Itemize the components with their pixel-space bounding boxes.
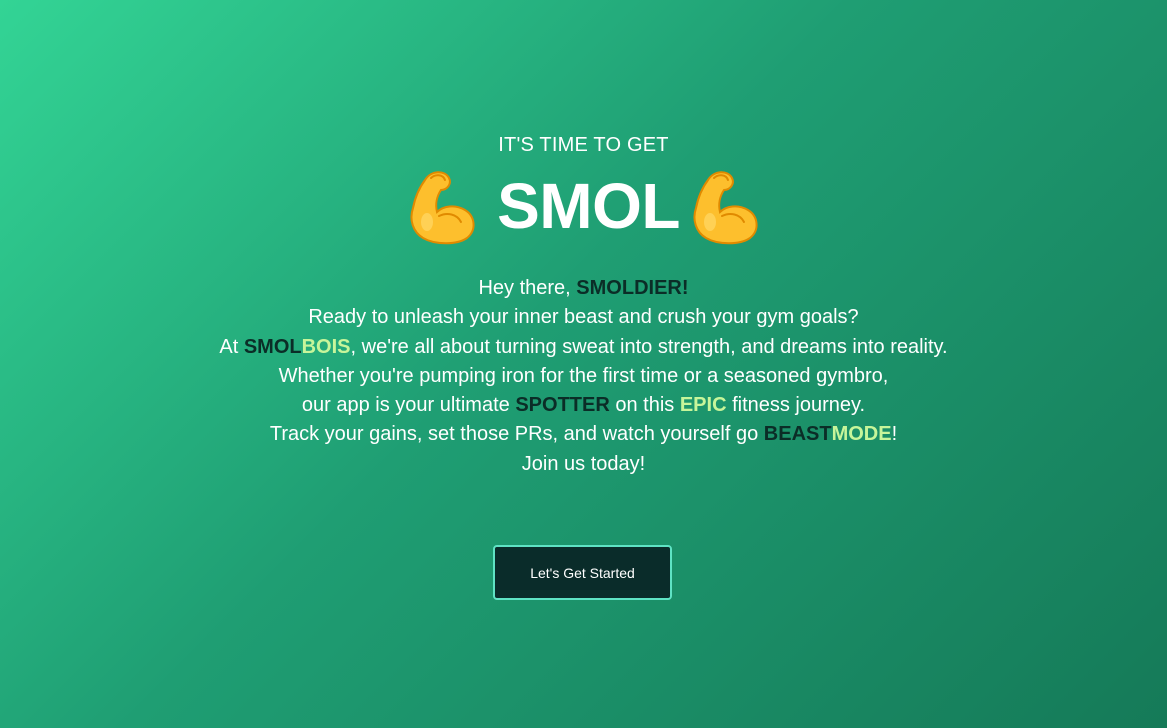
copy-text: fitness journey. [726, 394, 866, 417]
copy-text: , we're all about turning sweat into str… [350, 335, 948, 358]
copy-line-join: Join us today! [521, 452, 646, 475]
copy-text: At [219, 335, 244, 358]
copy-line-spotter: our app is your ultimate SPOTTER on this… [200, 391, 967, 420]
copy-line-whether: Whether you're pumping iron for the firs… [278, 364, 889, 387]
copy-text: Hey there, [478, 277, 577, 299]
highlight-epic: EPIC [679, 394, 727, 417]
copy-line-greeting: Hey there, SMOLDIER! [200, 274, 967, 303]
hero-section: IT'S TIME TO GET SMOL Hey there, SMOLDIE… [0, 0, 1167, 728]
copy-line-brand: At SMOLBOIS, we're all about turning swe… [200, 333, 967, 362]
copy-text: ! [891, 423, 898, 446]
highlight-beast: BEAST [763, 423, 832, 446]
hero-title-row: SMOL [0, 165, 1167, 247]
highlight-smoldier: SMOLDIER! [576, 277, 689, 299]
flexed-biceps-icon [405, 166, 479, 246]
highlight-spotter: SPOTTER [515, 394, 610, 417]
copy-text: on this [609, 394, 680, 417]
highlight-mode: MODE [831, 423, 892, 446]
brand-smol: SMOL [243, 335, 302, 358]
hero-kicker: IT'S TIME TO GET [498, 134, 669, 156]
copy-text: Track your gains, set those PRs, and wat… [269, 423, 764, 446]
copy-line-track: Track your gains, set those PRs, and wat… [200, 420, 967, 449]
flexed-biceps-icon [688, 166, 762, 246]
brand-bois: BOIS [301, 335, 351, 358]
copy-line-ready: Ready to unleash your inner beast and cr… [308, 306, 859, 329]
copy-text: our app is your ultimate [301, 394, 516, 417]
get-started-button[interactable]: Let's Get Started [493, 545, 672, 600]
hero-copy: Hey there, SMOLDIER! Ready to unleash yo… [200, 274, 967, 479]
hero-title: SMOL [497, 170, 680, 242]
